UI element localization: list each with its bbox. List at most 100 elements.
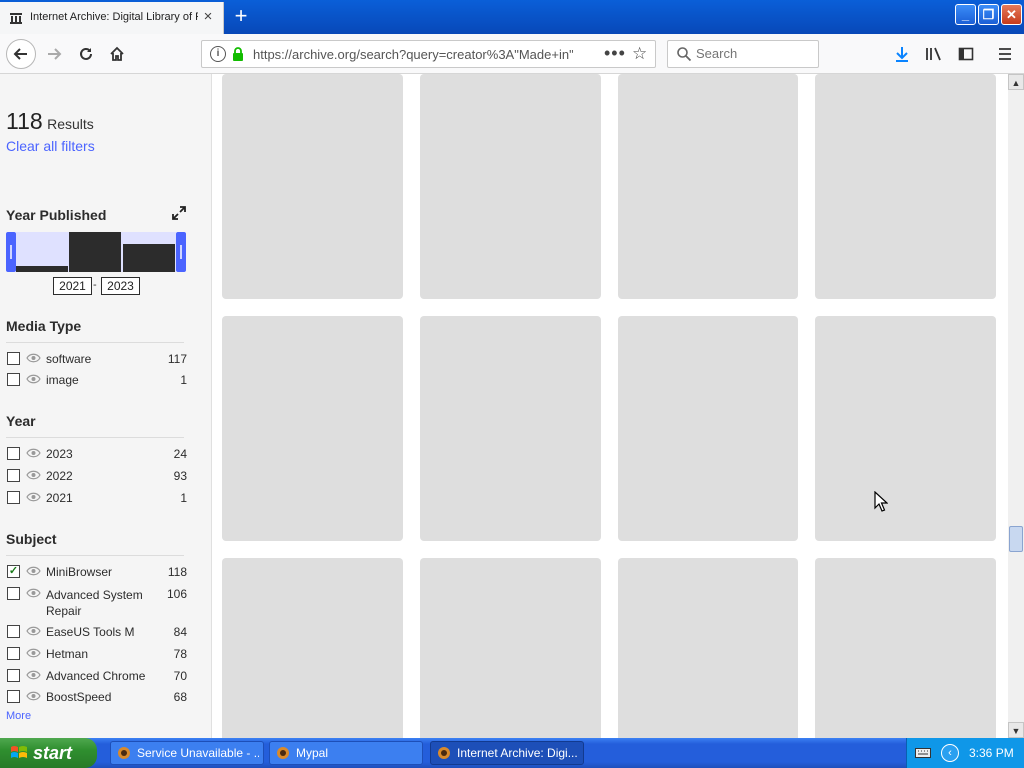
year-to-input[interactable]: 2023 xyxy=(101,277,140,295)
facet-image[interactable]: image 1 xyxy=(7,371,187,389)
eye-icon[interactable] xyxy=(26,587,41,599)
checkbox[interactable] xyxy=(7,373,20,386)
checkbox[interactable] xyxy=(7,587,20,600)
url-text[interactable]: https://archive.org/search?query=creator… xyxy=(253,47,573,62)
results-label: Results xyxy=(47,116,94,132)
facet-count: 93 xyxy=(173,469,187,483)
histogram-bar-2022 xyxy=(69,232,121,272)
eye-icon[interactable] xyxy=(26,625,41,637)
search-box[interactable] xyxy=(667,40,819,68)
back-button[interactable] xyxy=(6,39,36,69)
result-tile-placeholder[interactable] xyxy=(420,74,601,299)
facet-2021[interactable]: 2021 1 xyxy=(7,489,187,507)
result-tile-placeholder[interactable] xyxy=(420,558,601,738)
search-input[interactable] xyxy=(696,46,811,61)
histogram-min-handle[interactable] xyxy=(6,232,16,272)
result-tile-placeholder[interactable] xyxy=(815,316,996,541)
mouse-cursor-icon xyxy=(874,491,888,512)
facet-label: BoostSpeed xyxy=(46,690,112,704)
result-tile-placeholder[interactable] xyxy=(618,558,798,738)
result-tile-placeholder[interactable] xyxy=(815,558,996,738)
eye-icon[interactable] xyxy=(26,469,41,481)
facet-2022[interactable]: 2022 93 xyxy=(7,467,187,485)
eye-icon[interactable] xyxy=(26,373,41,385)
bookmark-star-icon[interactable]: ☆ xyxy=(632,44,647,64)
menu-hamburger-icon[interactable] xyxy=(993,42,1017,66)
home-button[interactable] xyxy=(103,40,131,68)
checkbox[interactable] xyxy=(7,491,20,504)
result-tile-placeholder[interactable] xyxy=(222,558,403,738)
close-window-button[interactable]: ✕ xyxy=(1001,4,1022,25)
expand-icon[interactable] xyxy=(171,205,187,221)
result-tile-placeholder[interactable] xyxy=(618,74,798,299)
facet-advanced-chrome[interactable]: Advanced Chrome 70 xyxy=(7,667,187,685)
eye-icon[interactable] xyxy=(26,669,41,681)
active-tab[interactable]: Internet Archive: Digital Library of Fre… xyxy=(0,2,224,34)
checkbox[interactable] xyxy=(7,469,20,482)
facet-advanced-system-repair[interactable]: Advanced System Repair 106 xyxy=(7,585,187,619)
keyboard-icon[interactable] xyxy=(915,747,931,759)
result-tile-placeholder[interactable] xyxy=(815,74,996,299)
taskbar-item-service-unavailable[interactable]: Service Unavailable - ... xyxy=(110,741,264,765)
address-bar[interactable]: i https://archive.org/search?query=creat… xyxy=(201,40,656,68)
year-histogram[interactable] xyxy=(6,232,186,272)
facet-easeus-tools-m[interactable]: EaseUS Tools M 84 xyxy=(7,623,187,641)
facet-software[interactable]: software 117 xyxy=(7,350,187,368)
histogram-bar-2021 xyxy=(16,266,68,272)
downloads-icon[interactable] xyxy=(890,42,914,66)
vertical-scrollbar[interactable]: ▲ ▼ xyxy=(1008,74,1024,738)
reload-icon xyxy=(80,47,92,60)
scroll-down-arrow-icon[interactable]: ▼ xyxy=(1008,722,1024,738)
taskbar-item-label: Mypal xyxy=(296,746,329,760)
more-subjects-link[interactable]: More xyxy=(6,710,31,722)
new-tab-button[interactable]: + xyxy=(230,5,252,27)
checkbox[interactable] xyxy=(7,647,20,660)
checkbox[interactable] xyxy=(7,690,20,703)
clear-all-filters-link[interactable]: Clear all filters xyxy=(6,138,95,154)
minimize-button[interactable]: _ xyxy=(955,4,976,25)
start-button[interactable]: start xyxy=(0,738,97,768)
eye-icon[interactable] xyxy=(26,352,41,364)
show-hidden-icons-chevron-icon[interactable]: ‹ xyxy=(941,744,959,762)
facet-2023[interactable]: 2023 24 xyxy=(7,445,187,463)
facet-minibrowser[interactable]: ✓ MiniBrowser 118 xyxy=(7,563,187,581)
checkbox-checked[interactable]: ✓ xyxy=(7,565,20,578)
maximize-button[interactable]: ❐ xyxy=(978,4,999,25)
checkbox[interactable] xyxy=(7,352,20,365)
results-count: 118 xyxy=(6,108,43,134)
result-tile-placeholder[interactable] xyxy=(222,316,403,541)
media-type-title: Media Type xyxy=(6,318,82,334)
page-actions-icon[interactable]: ••• xyxy=(604,43,626,64)
library-icon[interactable] xyxy=(922,42,946,66)
taskbar-item-internet-archive[interactable]: Internet Archive: Digi... xyxy=(430,741,584,765)
forward-button[interactable] xyxy=(40,40,68,68)
home-icon xyxy=(110,46,124,61)
checkbox[interactable] xyxy=(7,669,20,682)
facet-label: image xyxy=(46,373,79,387)
scroll-up-arrow-icon[interactable]: ▲ xyxy=(1008,74,1024,90)
eye-icon[interactable] xyxy=(26,447,41,459)
result-tile-placeholder[interactable] xyxy=(618,316,798,541)
result-tile-placeholder[interactable] xyxy=(222,74,403,299)
facet-boostspeed[interactable]: BoostSpeed 68 xyxy=(7,688,187,706)
reload-button[interactable] xyxy=(72,40,100,68)
sidebar-toggle-icon[interactable] xyxy=(954,42,978,66)
eye-icon[interactable] xyxy=(26,690,41,702)
eye-icon[interactable] xyxy=(26,647,41,659)
close-tab-icon[interactable]: × xyxy=(200,9,216,25)
result-tile-placeholder[interactable] xyxy=(420,316,601,541)
taskbar-item-mypal[interactable]: Mypal xyxy=(269,741,423,765)
search-icon xyxy=(677,47,692,62)
histogram-max-handle[interactable] xyxy=(176,232,186,272)
year-from-input[interactable]: 2021 xyxy=(53,277,92,295)
facet-count: 70 xyxy=(173,669,187,683)
eye-icon[interactable] xyxy=(26,565,41,577)
facet-hetman[interactable]: Hetman 78 xyxy=(7,645,187,663)
eye-icon[interactable] xyxy=(26,491,41,503)
facet-count: 24 xyxy=(173,447,187,461)
info-icon[interactable]: i xyxy=(210,46,226,62)
start-label: start xyxy=(33,743,73,763)
scroll-thumb[interactable] xyxy=(1009,526,1023,552)
checkbox[interactable] xyxy=(7,447,20,460)
checkbox[interactable] xyxy=(7,625,20,638)
